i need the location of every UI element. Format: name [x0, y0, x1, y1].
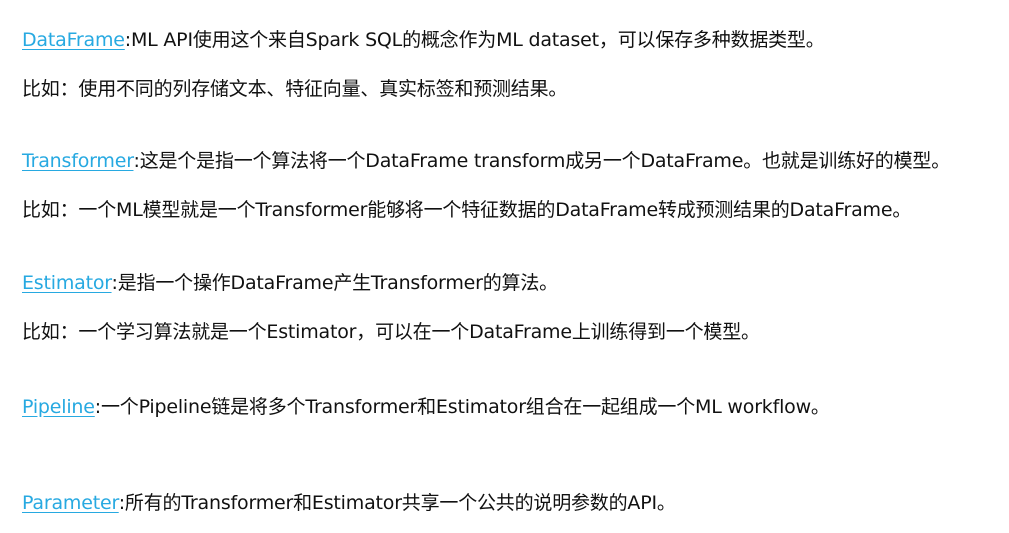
- transformer-example: 比如：一个ML模型就是一个Transformer能够将一个特征数据的DataFr…: [22, 199, 912, 221]
- transformer-definition: Transformer:这是个是指一个算法将一个DataFrame transf…: [22, 150, 951, 172]
- parameter-definition: Parameter:所有的Transformer和Estimator共享一个公共…: [22, 492, 676, 514]
- dataframe-definition: DataFrame:ML API使用这个来自Spark SQL的概念作为ML d…: [22, 29, 825, 51]
- dataframe-example: 比如：使用不同的列存储文本、特征向量、真实标签和预测结果。: [22, 78, 568, 100]
- pipeline-definition: Pipeline:一个Pipeline链是将多个Transformer和Esti…: [22, 396, 830, 418]
- estimator-example: 比如：一个学习算法就是一个Estimator，可以在一个DataFrame上训练…: [22, 321, 760, 343]
- transformer-link[interactable]: Transformer: [22, 150, 134, 172]
- document-page: DataFrame:ML API使用这个来自Spark SQL的概念作为ML d…: [0, 0, 1009, 533]
- estimator-link[interactable]: Estimator: [22, 272, 112, 294]
- estimator-definition-text: 是指一个操作DataFrame产生Transformer的算法。: [117, 272, 558, 294]
- pipeline-definition-text: 一个Pipeline链是将多个Transformer和Estimator组合在一…: [100, 396, 830, 418]
- dataframe-link[interactable]: DataFrame: [22, 29, 125, 51]
- dataframe-definition-text: ML API使用这个来自Spark SQL的概念作为ML dataset，可以保…: [130, 29, 825, 51]
- parameter-link[interactable]: Parameter: [22, 492, 119, 514]
- parameter-definition-text: 所有的Transformer和Estimator共享一个公共的说明参数的API。: [124, 492, 676, 514]
- estimator-definition: Estimator:是指一个操作DataFrame产生Transformer的算…: [22, 272, 558, 294]
- transformer-definition-text: 这是个是指一个算法将一个DataFrame transform成另一个DataF…: [139, 150, 951, 172]
- pipeline-link[interactable]: Pipeline: [22, 396, 95, 418]
